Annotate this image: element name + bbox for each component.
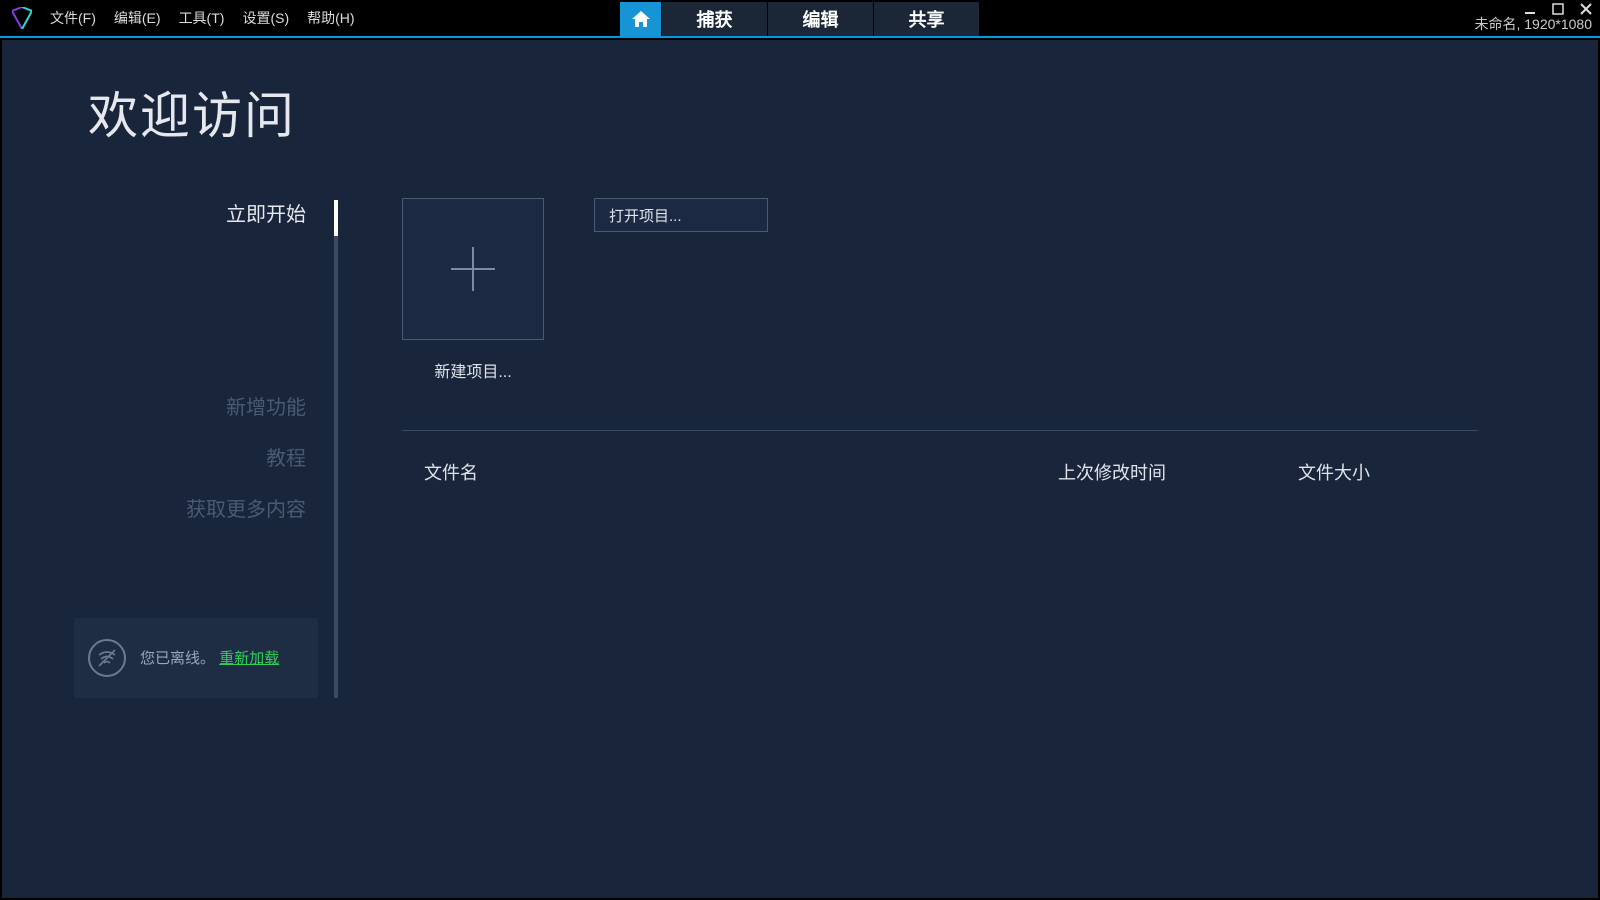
menu-help[interactable]: 帮助(H): [307, 8, 354, 28]
welcome-content: 新建项目... 打开项目... 文件名 上次修改时间 文件大小: [402, 198, 1478, 868]
menu-file[interactable]: 文件(F): [50, 8, 96, 28]
home-icon: [632, 11, 650, 27]
sidenav-item-start[interactable]: 立即开始: [226, 198, 334, 227]
col-modified: 上次修改时间: [1058, 459, 1298, 485]
offline-banner: 您已离线。 重新加载: [74, 618, 318, 698]
mode-capture[interactable]: 捕获: [662, 2, 768, 36]
col-filename: 文件名: [402, 459, 1058, 485]
recent-table-header: 文件名 上次修改时间 文件大小: [402, 459, 1478, 485]
plus-icon: [445, 241, 501, 297]
mode-share[interactable]: 共享: [874, 2, 980, 36]
titlebar: 文件(F) 编辑(E) 工具(T) 设置(S) 帮助(H) 捕获 编辑 共享 未…: [0, 0, 1600, 38]
sidenav-item-getmore[interactable]: 获取更多内容: [186, 493, 334, 522]
new-project-label: 新建项目...: [402, 358, 544, 382]
content-divider: [402, 430, 1478, 431]
offline-icon: [88, 639, 126, 677]
main-menu: 文件(F) 编辑(E) 工具(T) 设置(S) 帮助(H): [50, 8, 355, 28]
app-logo-icon: [0, 0, 44, 37]
menu-edit[interactable]: 编辑(E): [114, 8, 161, 28]
new-project-box[interactable]: [402, 198, 544, 340]
sidenav-item-tutorials[interactable]: 教程: [266, 442, 334, 471]
new-project-tile[interactable]: 新建项目...: [402, 198, 544, 382]
offline-message: 您已离线。: [140, 650, 215, 667]
menu-tools[interactable]: 工具(T): [179, 8, 225, 28]
page-title: 欢迎访问: [88, 76, 296, 148]
mode-tabs: 捕获 编辑 共享: [620, 0, 980, 36]
mode-home[interactable]: [620, 2, 662, 36]
offline-text: 您已离线。 重新加载: [140, 648, 279, 669]
sidenav-divider: [334, 200, 338, 698]
document-status: 未命名, 1920*1080: [1474, 14, 1592, 34]
sidenav-item-whatsnew[interactable]: 新增功能: [226, 391, 334, 420]
col-filesize: 文件大小: [1298, 459, 1478, 485]
offline-reload-link[interactable]: 重新加载: [219, 650, 279, 667]
app-body: 欢迎访问 立即开始 新增功能 教程 获取更多内容 您已离线。 重新加载 新建项目…: [2, 40, 1598, 898]
menu-settings[interactable]: 设置(S): [242, 8, 289, 28]
welcome-sidenav: 立即开始 新增功能 教程 获取更多内容: [62, 198, 334, 522]
open-project-button[interactable]: 打开项目...: [594, 198, 768, 232]
mode-edit[interactable]: 编辑: [768, 2, 874, 36]
